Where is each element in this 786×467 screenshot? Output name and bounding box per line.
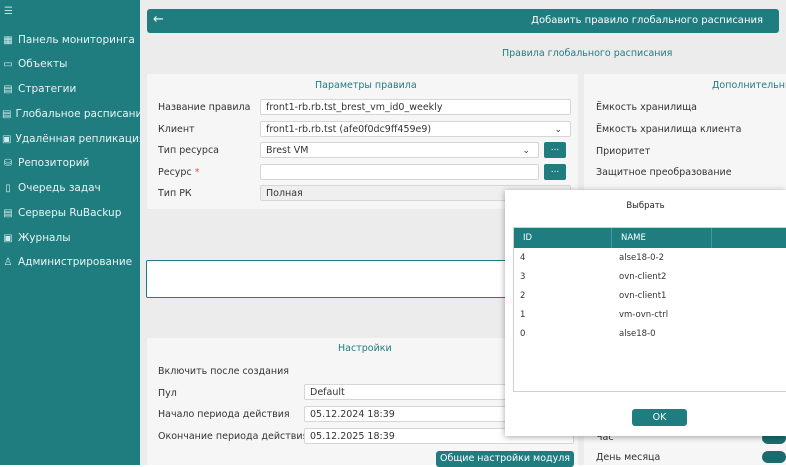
- chevron-down-icon: ⌄: [554, 125, 562, 135]
- column-header-name[interactable]: NAME: [621, 233, 646, 243]
- period-start-label: Начало периода действия: [158, 409, 290, 420]
- sidebar-item-remote-replication[interactable]: ▣ Удалённая репликация: [0, 127, 145, 151]
- monitor-icon: ▭: [3, 58, 13, 70]
- sidebar-item-label: Удалённая репликация: [15, 133, 146, 145]
- calendar-icon: ▤: [2, 108, 12, 120]
- dialog-title: Выбрать: [626, 201, 665, 211]
- sidebar-item-repository[interactable]: ⛁ Репозиторий: [0, 151, 140, 175]
- grid-icon: ▦: [3, 34, 13, 46]
- table-header: ID NAME: [514, 228, 786, 248]
- resource-type-select[interactable]: Brest VM ⌄: [260, 142, 539, 158]
- server-icon: ▤: [3, 207, 13, 219]
- sidebar-item-task-queue[interactable]: ▯ Очередь задач: [0, 176, 140, 200]
- rule-parameters-panel: Параметры правила Название правила front…: [147, 74, 578, 209]
- column-header-id[interactable]: ID: [523, 233, 532, 243]
- description-box[interactable]: [146, 260, 508, 298]
- column-divider: [611, 228, 612, 248]
- enable-after-create-label: Включить после создания: [158, 366, 290, 377]
- day-of-month-toggle[interactable]: [762, 451, 786, 463]
- resource-table: ID NAME 4 alse18-0-2 3 ovn-client2 2 ovn…: [513, 227, 786, 392]
- resource-label: Ресурс *: [158, 167, 200, 178]
- table-row[interactable]: 0 alse18-0: [514, 325, 786, 344]
- sidebar-item-label: Глобальное расписание: [15, 108, 149, 120]
- menu-icon[interactable]: ☰: [4, 6, 13, 17]
- day-of-month-label: День месяца: [596, 452, 661, 463]
- sidebar: ☰ ▦ Панель мониторинга ▭ Объекты ▤ Страт…: [0, 0, 149, 465]
- resource-input[interactable]: [260, 164, 539, 180]
- queue-icon: ▯: [5, 182, 11, 194]
- resource-type-label: Тип ресурса: [158, 145, 220, 156]
- table-row[interactable]: 3 ovn-client2: [514, 268, 786, 287]
- backup-type-label: Тип РК: [158, 188, 192, 199]
- required-mark: *: [194, 167, 200, 178]
- panel-title: Дополнительны: [712, 80, 786, 91]
- period-end-label: Окончание периода действия: [158, 431, 309, 442]
- sidebar-item-label: Очередь задач: [18, 182, 101, 194]
- header-bar: ← Добавить правило глобального расписани…: [147, 9, 779, 33]
- sidebar-item-label: Серверы RuBackup: [18, 207, 122, 219]
- user-icon: ♙: [3, 256, 13, 268]
- page-title: Добавить правило глобального расписания: [531, 15, 763, 26]
- client-value: front1-rb.rb.tst (afe0f0dc9ff459e9): [266, 124, 432, 135]
- table-row[interactable]: 1 vm-ovn-ctrl: [514, 306, 786, 325]
- table-row[interactable]: 2 ovn-client1: [514, 287, 786, 306]
- sidebar-item-label: Журналы: [18, 232, 71, 244]
- pool-label: Пул: [158, 388, 177, 399]
- chevron-down-icon: ⌄: [522, 146, 530, 156]
- sidebar-item-label: Объекты: [18, 58, 68, 70]
- priority-label: Приоритет: [596, 146, 651, 157]
- back-arrow-icon[interactable]: ←: [153, 12, 164, 27]
- rule-name-label: Название правила: [158, 102, 251, 113]
- log-icon: ▣: [3, 232, 13, 244]
- sidebar-item-objects[interactable]: ▭ Объекты: [0, 52, 140, 76]
- client-label: Клиент: [158, 124, 195, 135]
- document-icon: ▤: [3, 83, 13, 95]
- panel-title: Настройки: [338, 343, 392, 354]
- rule-name-input[interactable]: front1-rb.rb.tst_brest_vm_id0_weekly: [260, 99, 571, 115]
- resource-type-value: Brest VM: [266, 145, 309, 156]
- resource-select-button[interactable]: ...: [544, 164, 566, 180]
- sidebar-item-dashboard[interactable]: ▦ Панель мониторинга: [0, 28, 140, 52]
- client-storage-capacity-label: Ёмкость хранилища клиента: [596, 124, 742, 135]
- additional-panel: Дополнительны Ёмкость хранилища Ёмкость …: [584, 74, 786, 194]
- sidebar-item-strategies[interactable]: ▤ Стратегии: [0, 77, 140, 101]
- panel-title: Параметры правила: [315, 80, 417, 91]
- sidebar-item-servers[interactable]: ▤ Серверы RuBackup: [0, 201, 140, 225]
- client-select[interactable]: front1-rb.rb.tst (afe0f0dc9ff459e9) ⌄: [260, 121, 571, 137]
- ok-button[interactable]: OK: [632, 409, 687, 426]
- sidebar-item-global-schedule[interactable]: ▤ Глобальное расписание: [0, 102, 149, 126]
- sidebar-item-administration[interactable]: ♙ Администрирование: [0, 250, 140, 274]
- breadcrumb[interactable]: Правила глобального расписания: [502, 48, 672, 59]
- sidebar-item-label: Репозиторий: [18, 157, 90, 169]
- select-dialog: Выбрать ID NAME 4 alse18-0-2 3 ovn-clien…: [505, 190, 786, 436]
- resource-type-more-button[interactable]: ...: [544, 142, 566, 158]
- database-icon: ⛁: [3, 157, 13, 169]
- table-row[interactable]: 4 alse18-0-2: [514, 249, 786, 268]
- storage-capacity-label: Ёмкость хранилища: [596, 102, 697, 113]
- protective-transform-label: Защитное преобразование: [596, 167, 732, 178]
- sidebar-item-label: Панель мониторинга: [18, 34, 135, 46]
- sidebar-item-logs[interactable]: ▣ Журналы: [0, 226, 140, 250]
- sidebar-item-label: Администрирование: [18, 256, 133, 268]
- column-divider: [711, 228, 712, 248]
- replication-icon: ▣: [2, 133, 12, 145]
- sidebar-item-label: Стратегии: [18, 83, 77, 95]
